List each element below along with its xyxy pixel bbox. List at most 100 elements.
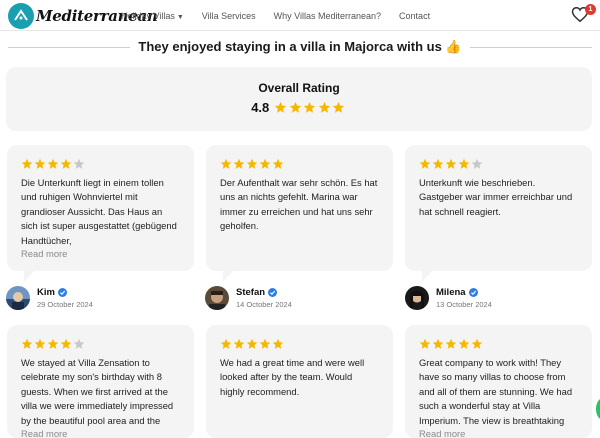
star-icon [233, 338, 245, 349]
verified-check-icon [468, 288, 478, 297]
star-icon [419, 338, 431, 349]
star-icon [432, 338, 444, 349]
star-icon [432, 158, 444, 169]
star-icon [47, 338, 59, 349]
star-icon [47, 158, 59, 169]
author-name: Kim [37, 287, 55, 298]
chat-widget-button[interactable] [596, 398, 600, 420]
star-icon [445, 158, 457, 169]
review-text: We stayed at Villa Zensation to celebrat… [21, 357, 174, 426]
star-icon [445, 338, 457, 349]
review-card: Der Aufenthalt war sehr schön. Es hat un… [206, 145, 393, 271]
review-text: Unterkunft wie beschrieben. Gastgeber wa… [419, 177, 573, 217]
main-nav: Holiday Villas ▼ Villa Services Why Villa… [121, 0, 448, 31]
wishlist-button[interactable]: 1 [571, 4, 596, 24]
star-icon [458, 158, 470, 169]
star-icon [246, 338, 258, 349]
star-icon [21, 338, 33, 349]
logo-mark-icon [8, 3, 34, 29]
review-text: Der Aufenthalt war sehr schön. Es hat un… [220, 177, 378, 232]
divider [8, 46, 131, 48]
star-icon [333, 101, 345, 113]
nav-contact[interactable]: Contact [399, 11, 430, 21]
review-card: Die Unterkunft liegt in einem tollen und… [7, 145, 194, 271]
star-icon [246, 158, 258, 169]
verified-check-icon [268, 288, 278, 297]
author-name-row: Milena [436, 287, 492, 298]
review-text: Die Unterkunft liegt in einem tollen und… [21, 177, 177, 246]
nav-label: Contact [399, 10, 431, 21]
avatar [205, 286, 229, 310]
nav-label: Why Villas Mediterranean? [273, 10, 382, 21]
author-name-row: Kim [37, 287, 93, 298]
author-name: Stefan [236, 287, 266, 298]
site-header: Mediterranean Holiday Villas ▼ Villa Serv… [0, 0, 600, 31]
divider [469, 46, 592, 48]
overall-rating-row: 4.8 [6, 100, 592, 115]
author-name: Milena [436, 287, 466, 298]
review-card: Unterkunft wie beschrieben. Gastgeber wa… [405, 145, 592, 271]
nav-label: Villa Services [201, 10, 256, 21]
star-icon [318, 101, 330, 113]
star-icon [21, 158, 33, 169]
star-icon [272, 338, 284, 349]
review-text: We had a great time and were well looked… [220, 357, 365, 397]
nav-why-villas[interactable]: Why Villas Mediterranean? [274, 11, 381, 21]
star-icon [289, 101, 301, 113]
review-author: Kim 29 October 2024 [6, 285, 93, 311]
review-author: Milena 13 October 2024 [405, 285, 492, 311]
review-author: Stefan 14 October 2024 [205, 285, 292, 311]
nav-villa-services[interactable]: Villa Services [202, 11, 256, 21]
review-stars [419, 158, 578, 170]
review-date: 14 October 2024 [236, 300, 292, 309]
avatar [6, 286, 30, 310]
card-tail [422, 271, 432, 282]
overall-rating-label: Overall Rating [258, 81, 340, 95]
star-icon [304, 101, 316, 113]
overall-rating-score: 4.8 [251, 100, 270, 115]
chevron-down-icon: ▼ [176, 13, 184, 21]
section-title: They enjoyed staying in a villa in Major… [138, 39, 462, 54]
review-stars [220, 158, 379, 170]
overall-stars [274, 101, 347, 114]
review-date: 13 October 2024 [436, 300, 492, 309]
wishlist-count-badge: 1 [585, 4, 596, 15]
section-title-row: They enjoyed staying in a villa in Major… [8, 37, 592, 57]
review-card: We stayed at Villa Zensation to celebrat… [7, 325, 194, 438]
card-tail [24, 271, 34, 282]
overall-rating-box: Overall Rating 4.8 [6, 67, 592, 131]
star-icon [259, 158, 271, 169]
review-card: We had a great time and were well looked… [206, 325, 393, 438]
star-icon [220, 338, 232, 349]
star-icon [73, 338, 85, 349]
star-icon [60, 338, 72, 349]
star-icon [272, 158, 284, 169]
star-icon [34, 338, 46, 349]
avatar [405, 286, 429, 310]
review-stars [220, 338, 379, 350]
star-icon [458, 338, 470, 349]
review-stars [21, 158, 180, 170]
read-more-link[interactable]: Read more [21, 248, 180, 259]
review-date: 29 October 2024 [37, 300, 93, 309]
nav-label: Holiday Villas [121, 10, 175, 21]
star-icon [34, 158, 46, 169]
star-icon [419, 158, 431, 169]
read-more-link[interactable]: Read more [419, 428, 578, 438]
review-stars [21, 338, 180, 350]
star-icon [471, 338, 483, 349]
star-icon [233, 158, 245, 169]
nav-holiday-villas[interactable]: Holiday Villas ▼ [121, 11, 184, 21]
card-tail [223, 271, 233, 282]
star-icon [259, 338, 271, 349]
review-text: Great company to work with! They have so… [419, 357, 573, 426]
star-icon [73, 158, 85, 169]
read-more-link[interactable]: Read more [21, 428, 180, 438]
star-icon [220, 158, 232, 169]
verified-check-icon [57, 288, 67, 297]
review-stars [419, 338, 578, 350]
star-icon [60, 158, 72, 169]
review-card: Great company to work with! They have so… [405, 325, 592, 438]
author-name-row: Stefan [236, 287, 292, 298]
star-icon [471, 158, 483, 169]
